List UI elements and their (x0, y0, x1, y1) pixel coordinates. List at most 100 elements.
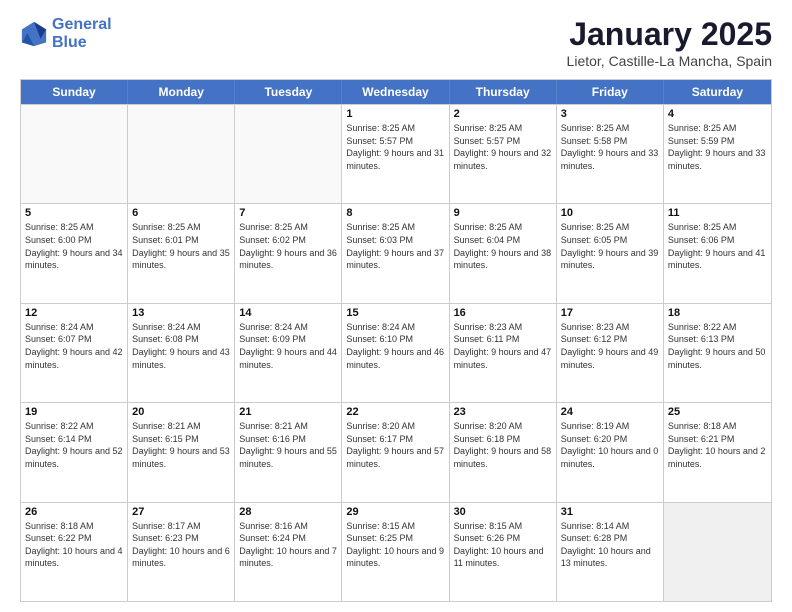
calendar-cell: 20 Sunrise: 8:21 AM Sunset: 6:15 PM Dayli… (128, 403, 235, 501)
day-number: 17 (561, 307, 659, 319)
day-number: 7 (239, 207, 337, 219)
location-subtitle: Lietor, Castille-La Mancha, Spain (567, 53, 772, 69)
cell-info: Sunrise: 8:25 AM Sunset: 6:04 PM Dayligh… (454, 221, 552, 271)
day-number: 1 (346, 108, 444, 120)
cell-info: Sunrise: 8:17 AM Sunset: 6:23 PM Dayligh… (132, 520, 230, 570)
cell-info: Sunrise: 8:25 AM Sunset: 6:02 PM Dayligh… (239, 221, 337, 271)
calendar-cell (21, 105, 128, 203)
calendar-cell: 17 Sunrise: 8:23 AM Sunset: 6:12 PM Dayli… (557, 304, 664, 402)
cell-info: Sunrise: 8:24 AM Sunset: 6:10 PM Dayligh… (346, 321, 444, 371)
day-number: 30 (454, 506, 552, 518)
calendar-cell: 13 Sunrise: 8:24 AM Sunset: 6:08 PM Dayli… (128, 304, 235, 402)
calendar-cell: 12 Sunrise: 8:24 AM Sunset: 6:07 PM Dayli… (21, 304, 128, 402)
cell-info: Sunrise: 8:24 AM Sunset: 6:07 PM Dayligh… (25, 321, 123, 371)
day-number: 18 (668, 307, 767, 319)
cell-info: Sunrise: 8:20 AM Sunset: 6:18 PM Dayligh… (454, 420, 552, 470)
calendar-cell: 22 Sunrise: 8:20 AM Sunset: 6:17 PM Dayli… (342, 403, 449, 501)
calendar-cell (128, 105, 235, 203)
cell-info: Sunrise: 8:15 AM Sunset: 6:26 PM Dayligh… (454, 520, 552, 570)
calendar-cell: 18 Sunrise: 8:22 AM Sunset: 6:13 PM Dayli… (664, 304, 771, 402)
cell-info: Sunrise: 8:25 AM Sunset: 6:01 PM Dayligh… (132, 221, 230, 271)
calendar-cell: 10Sunrise: 8:25 AM Sunset: 6:05 PM Dayli… (557, 204, 664, 302)
day-number: 19 (25, 406, 123, 418)
cell-info: Sunrise: 8:22 AM Sunset: 6:13 PM Dayligh… (668, 321, 767, 371)
logo-general: General (52, 16, 112, 33)
day-number: 8 (346, 207, 444, 219)
weekday-header-monday: Monday (128, 80, 235, 104)
day-number: 16 (454, 307, 552, 319)
calendar-cell: 8 Sunrise: 8:25 AM Sunset: 6:03 PM Daylig… (342, 204, 449, 302)
calendar-cell: 31Sunrise: 8:14 AM Sunset: 6:28 PM Dayli… (557, 503, 664, 601)
cell-info: Sunrise: 8:25 AM Sunset: 5:58 PM Dayligh… (561, 122, 659, 172)
cell-info: Sunrise: 8:24 AM Sunset: 6:09 PM Dayligh… (239, 321, 337, 371)
calendar-cell: 1Sunrise: 8:25 AM Sunset: 5:57 PM Daylig… (342, 105, 449, 203)
calendar-cell: 16 Sunrise: 8:23 AM Sunset: 6:11 PM Dayli… (450, 304, 557, 402)
cell-info: Sunrise: 8:22 AM Sunset: 6:14 PM Dayligh… (25, 420, 123, 470)
day-number: 25 (668, 406, 767, 418)
weekday-header-sunday: Sunday (21, 80, 128, 104)
calendar-cell: 28Sunrise: 8:16 AM Sunset: 6:24 PM Dayli… (235, 503, 342, 601)
cell-info: Sunrise: 8:15 AM Sunset: 6:25 PM Dayligh… (346, 520, 444, 570)
logo-blue: Blue (52, 34, 87, 51)
day-number: 28 (239, 506, 337, 518)
calendar-row-3: 12 Sunrise: 8:24 AM Sunset: 6:07 PM Dayli… (21, 303, 771, 402)
day-number: 6 (132, 207, 230, 219)
calendar-row-4: 19 Sunrise: 8:22 AM Sunset: 6:14 PM Dayli… (21, 402, 771, 501)
day-number: 22 (346, 406, 444, 418)
cell-info: Sunrise: 8:18 AM Sunset: 6:21 PM Dayligh… (668, 420, 767, 470)
cell-info: Sunrise: 8:20 AM Sunset: 6:17 PM Dayligh… (346, 420, 444, 470)
logo-icon (20, 20, 48, 48)
calendar-cell (235, 105, 342, 203)
cell-info: Sunrise: 8:18 AM Sunset: 6:22 PM Dayligh… (25, 520, 123, 570)
day-number: 26 (25, 506, 123, 518)
calendar-cell: 5 Sunrise: 8:25 AM Sunset: 6:00 PM Daylig… (21, 204, 128, 302)
cell-info: Sunrise: 8:19 AM Sunset: 6:20 PM Dayligh… (561, 420, 659, 470)
calendar-cell: 25 Sunrise: 8:18 AM Sunset: 6:21 PM Dayli… (664, 403, 771, 501)
day-number: 12 (25, 307, 123, 319)
calendar-cell: 3 Sunrise: 8:25 AM Sunset: 5:58 PM Daylig… (557, 105, 664, 203)
cell-info: Sunrise: 8:25 AM Sunset: 5:59 PM Dayligh… (668, 122, 767, 172)
day-number: 5 (25, 207, 123, 219)
day-number: 13 (132, 307, 230, 319)
cell-info: Sunrise: 8:23 AM Sunset: 6:11 PM Dayligh… (454, 321, 552, 371)
calendar-cell: 2Sunrise: 8:25 AM Sunset: 5:57 PM Daylig… (450, 105, 557, 203)
calendar: SundayMondayTuesdayWednesdayThursdayFrid… (20, 79, 772, 602)
weekday-header-thursday: Thursday (450, 80, 557, 104)
day-number: 31 (561, 506, 659, 518)
cell-info: Sunrise: 8:21 AM Sunset: 6:15 PM Dayligh… (132, 420, 230, 470)
cell-info: Sunrise: 8:25 AM Sunset: 5:57 PM Dayligh… (454, 122, 552, 172)
calendar-cell: 21Sunrise: 8:21 AM Sunset: 6:16 PM Dayli… (235, 403, 342, 501)
cell-info: Sunrise: 8:25 AM Sunset: 6:03 PM Dayligh… (346, 221, 444, 271)
cell-info: Sunrise: 8:24 AM Sunset: 6:08 PM Dayligh… (132, 321, 230, 371)
calendar-cell: 30 Sunrise: 8:15 AM Sunset: 6:26 PM Dayli… (450, 503, 557, 601)
cell-info: Sunrise: 8:23 AM Sunset: 6:12 PM Dayligh… (561, 321, 659, 371)
calendar-cell: 7 Sunrise: 8:25 AM Sunset: 6:02 PM Daylig… (235, 204, 342, 302)
cell-info: Sunrise: 8:25 AM Sunset: 6:05 PM Dayligh… (561, 221, 659, 271)
day-number: 23 (454, 406, 552, 418)
weekday-header-tuesday: Tuesday (235, 80, 342, 104)
calendar-cell: 29Sunrise: 8:15 AM Sunset: 6:25 PM Dayli… (342, 503, 449, 601)
calendar-header: SundayMondayTuesdayWednesdayThursdayFrid… (21, 80, 771, 104)
weekday-header-friday: Friday (557, 80, 664, 104)
calendar-cell: 14Sunrise: 8:24 AM Sunset: 6:09 PM Dayli… (235, 304, 342, 402)
calendar-cell: 26 Sunrise: 8:18 AM Sunset: 6:22 PM Dayli… (21, 503, 128, 601)
day-number: 20 (132, 406, 230, 418)
day-number: 3 (561, 108, 659, 120)
logo: General Blue (20, 16, 112, 51)
calendar-cell: 23 Sunrise: 8:20 AM Sunset: 6:18 PM Dayli… (450, 403, 557, 501)
calendar-cell (664, 503, 771, 601)
calendar-row-1: 1 Sunrise: 8:25 AM Sunset: 5:57 PM Daylig… (21, 104, 771, 203)
calendar-cell: 15Sunrise: 8:24 AM Sunset: 6:10 PM Dayli… (342, 304, 449, 402)
day-number: 9 (454, 207, 552, 219)
day-number: 24 (561, 406, 659, 418)
calendar-cell: 9 Sunrise: 8:25 AM Sunset: 6:04 PM Daylig… (450, 204, 557, 302)
header: General Blue January 2025 Lietor, Castil… (20, 16, 772, 69)
cell-info: Sunrise: 8:25 AM Sunset: 6:00 PM Dayligh… (25, 221, 123, 271)
calendar-cell: 4 Sunrise: 8:25 AM Sunset: 5:59 PM Daylig… (664, 105, 771, 203)
day-number: 27 (132, 506, 230, 518)
calendar-row-5: 26 Sunrise: 8:18 AM Sunset: 6:22 PM Dayli… (21, 502, 771, 601)
day-number: 21 (239, 406, 337, 418)
weekday-header-wednesday: Wednesday (342, 80, 449, 104)
calendar-cell: 11Sunrise: 8:25 AM Sunset: 6:06 PM Dayli… (664, 204, 771, 302)
day-number: 4 (668, 108, 767, 120)
